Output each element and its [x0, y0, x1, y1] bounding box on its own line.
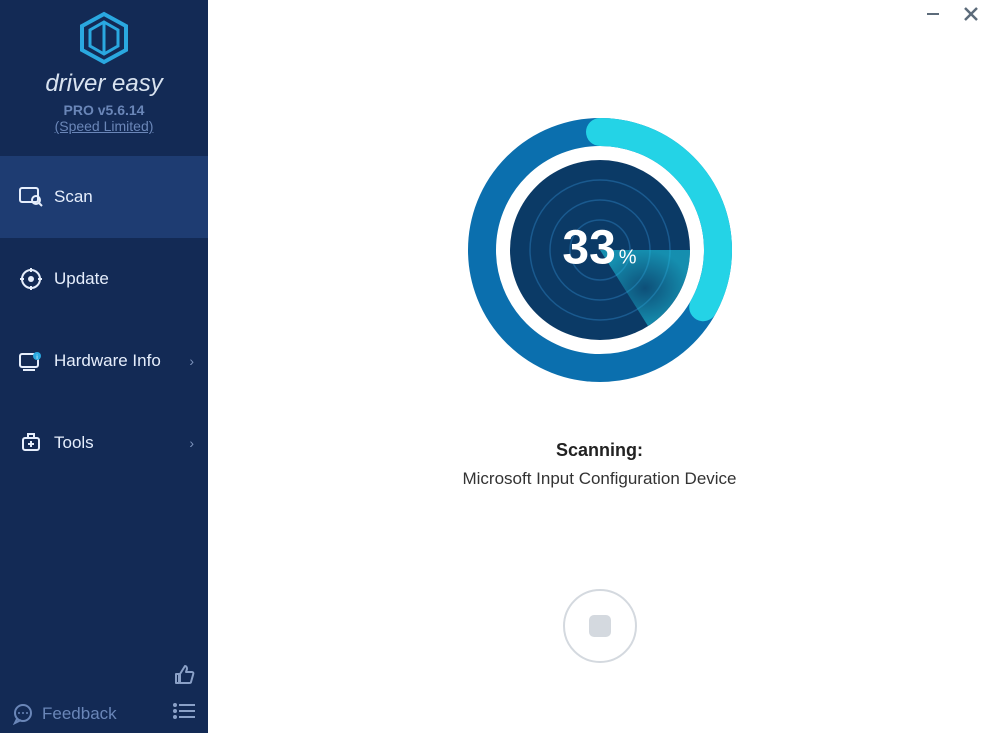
logo-area: driver easy PRO v5.6.14 (Speed Limited): [0, 0, 208, 142]
chat-icon: [12, 703, 34, 725]
scan-area: 33 % Scanning: Microsoft Input Configura…: [208, 0, 991, 663]
progress-percent: 33: [562, 220, 615, 275]
chevron-right-icon: ›: [189, 353, 194, 369]
logo-icon: [76, 10, 132, 66]
percent-symbol: %: [619, 246, 637, 269]
chevron-right-icon: ›: [189, 435, 194, 451]
svg-text:i: i: [36, 355, 37, 361]
feedback-button[interactable]: Feedback: [12, 703, 117, 725]
version-label: PRO v5.6.14: [0, 102, 208, 118]
brand-name: driver easy: [0, 70, 208, 98]
window-controls: [925, 6, 979, 27]
tools-icon: [18, 432, 44, 454]
nav-item-update[interactable]: Update: [0, 238, 208, 320]
main-area: 33 % Scanning: Microsoft Input Configura…: [208, 0, 991, 733]
stop-icon: [589, 615, 611, 637]
stop-button[interactable]: [563, 589, 637, 663]
bottom-bar: Feedback: [0, 653, 208, 733]
feedback-label: Feedback: [42, 704, 117, 724]
scanning-label: Scanning:: [462, 440, 736, 461]
scan-status: Scanning: Microsoft Input Configuration …: [462, 440, 736, 489]
minimize-button[interactable]: [925, 6, 941, 27]
sidebar: driver easy PRO v5.6.14 (Speed Limited) …: [0, 0, 208, 733]
nav-label-tools: Tools: [54, 433, 94, 453]
nav-item-tools[interactable]: Tools ›: [0, 402, 208, 484]
bottom-icons: [172, 663, 196, 725]
progress-ring: 33 %: [460, 110, 740, 390]
nav-item-hardware[interactable]: i Hardware Info ›: [0, 320, 208, 402]
current-device: Microsoft Input Configuration Device: [462, 469, 736, 489]
update-icon: [18, 268, 44, 290]
nav: Scan Update i Hardware Info › Tools ›: [0, 156, 208, 484]
menu-icon[interactable]: [172, 702, 196, 725]
progress-text: 33 %: [562, 220, 636, 275]
nav-label-hardware: Hardware Info: [54, 351, 161, 371]
close-button[interactable]: [963, 6, 979, 27]
hardware-icon: i: [18, 351, 44, 371]
scan-icon: [18, 187, 44, 207]
speed-limited-link[interactable]: (Speed Limited): [0, 118, 208, 134]
nav-item-scan[interactable]: Scan: [0, 156, 208, 238]
thumbs-up-icon[interactable]: [172, 663, 196, 692]
nav-label-update: Update: [54, 269, 109, 289]
nav-label-scan: Scan: [54, 187, 93, 207]
